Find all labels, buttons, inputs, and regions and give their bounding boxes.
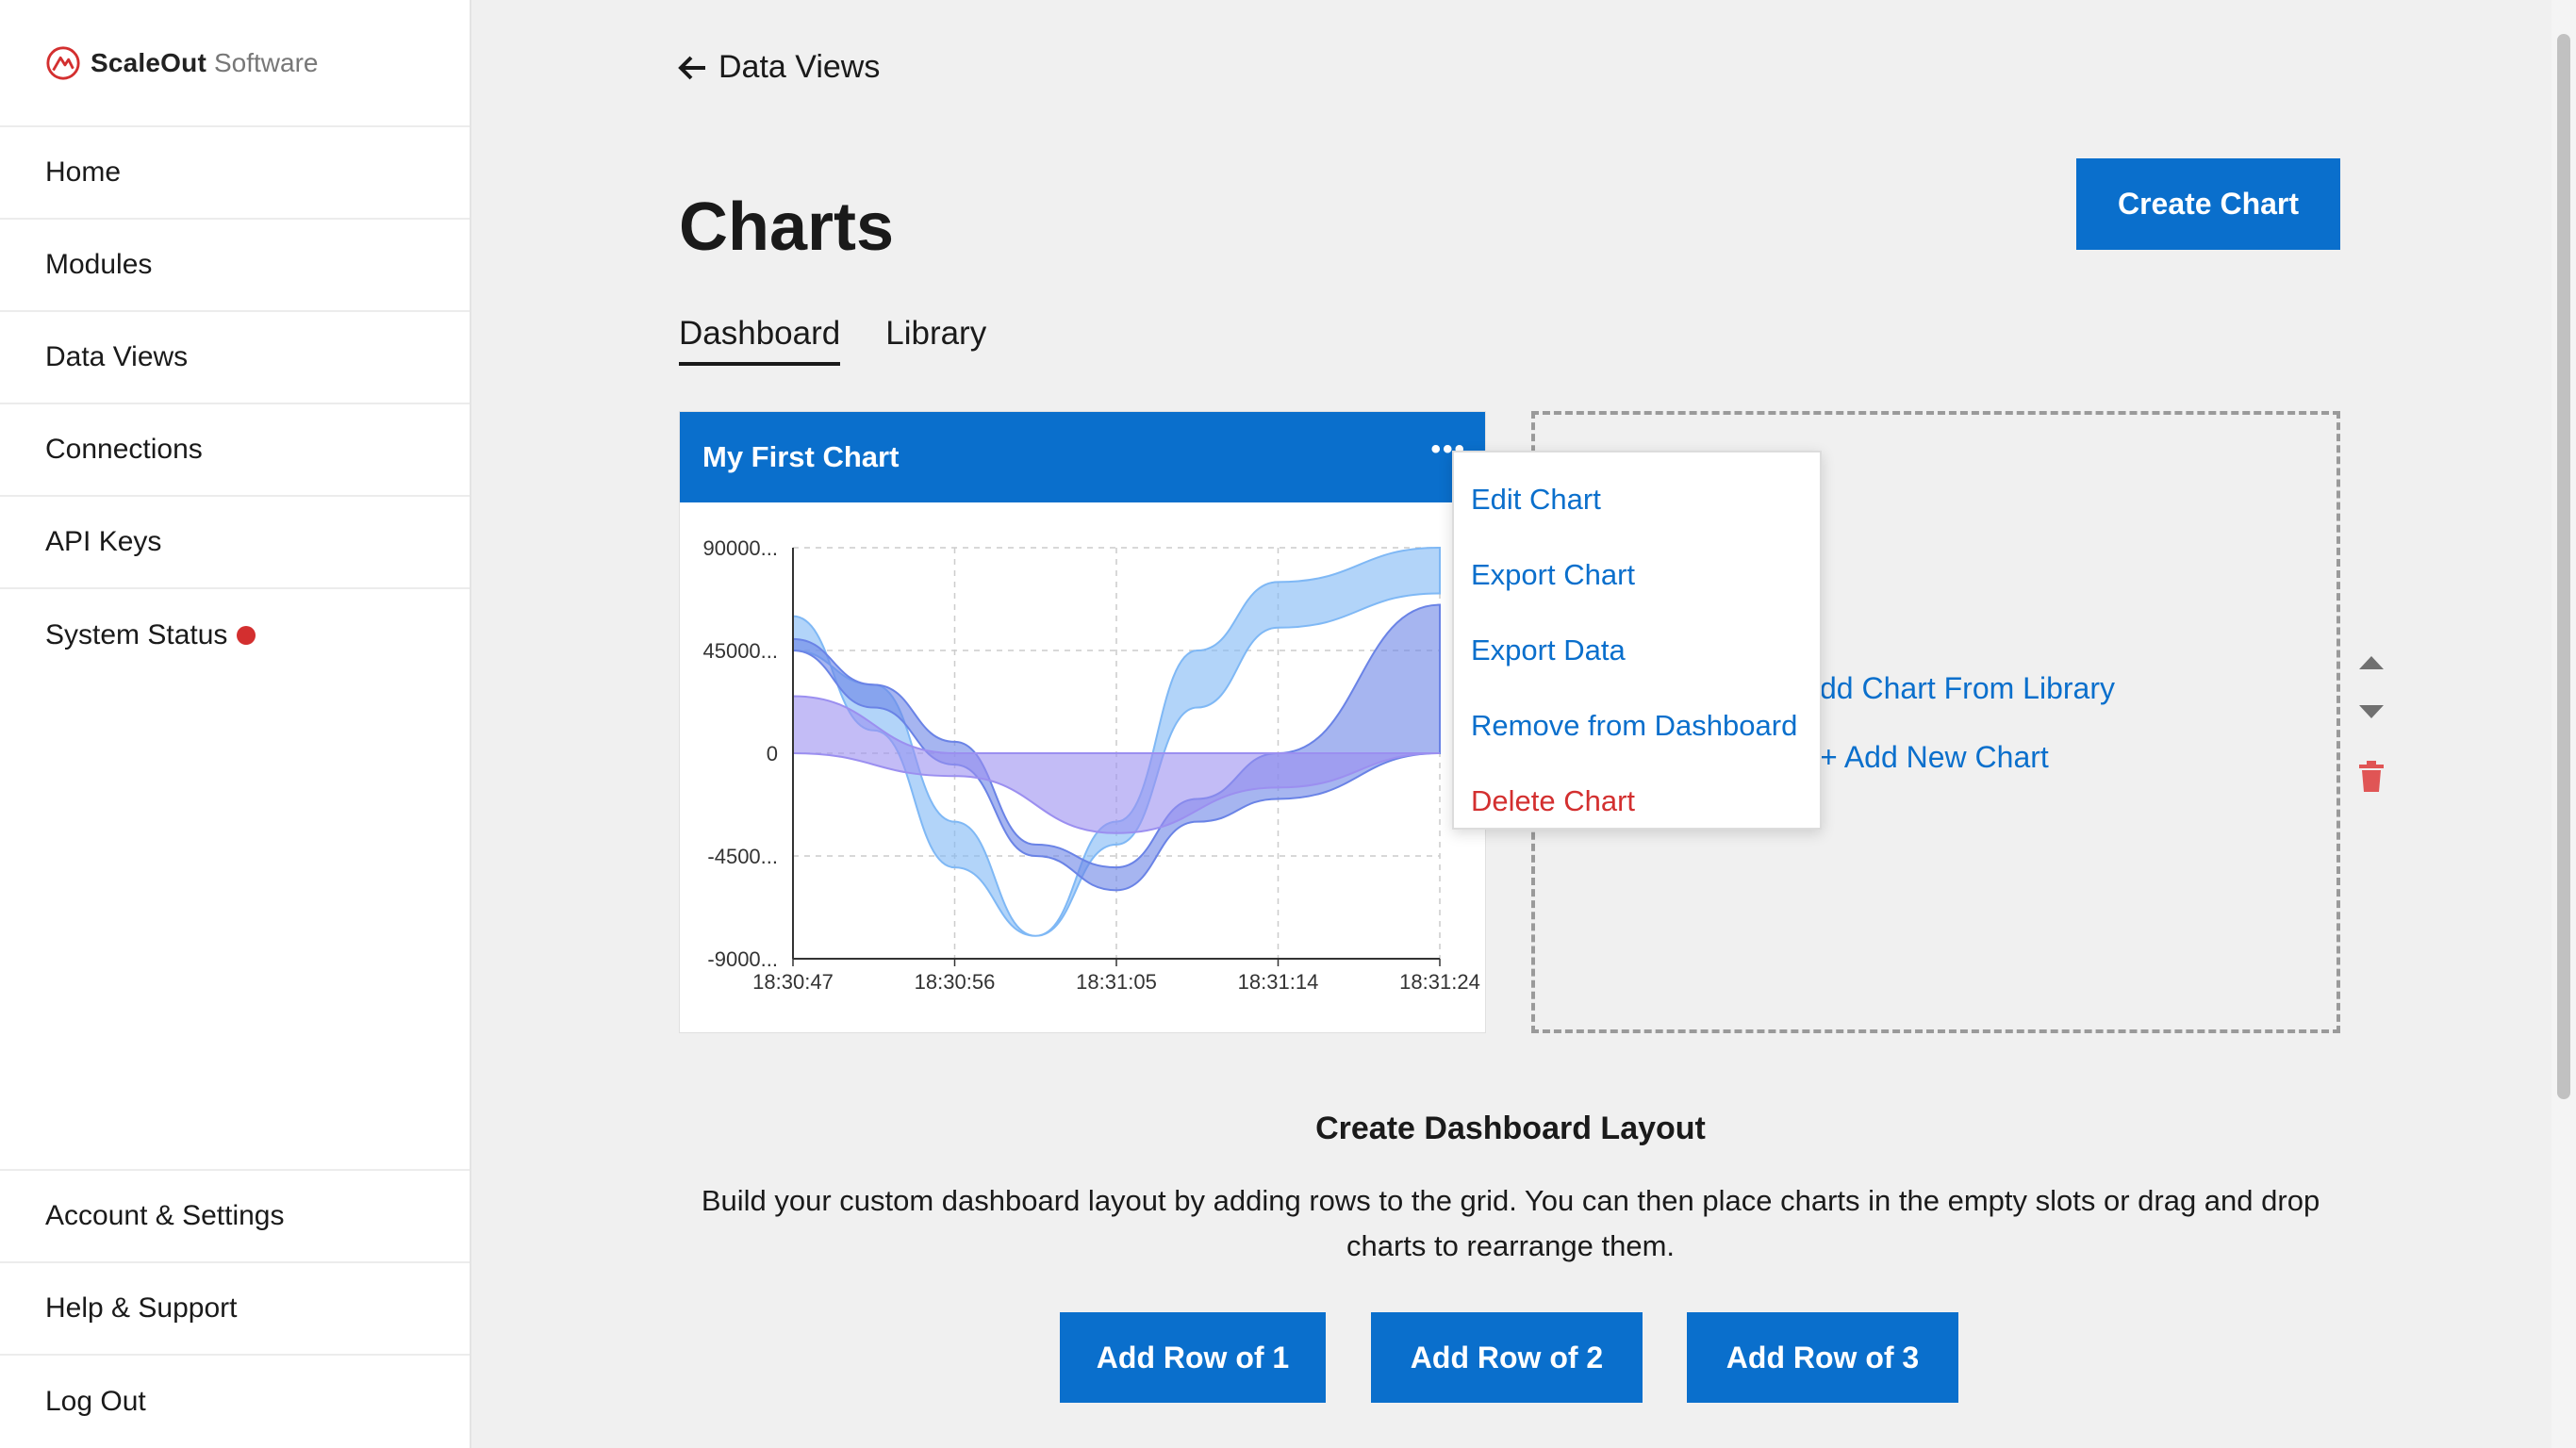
layout-description: Build your custom dashboard layout by ad… (701, 1184, 2320, 1262)
logo[interactable]: ScaleOut Software (0, 0, 470, 127)
y-tick-label: -4500... (707, 845, 778, 868)
scaleout-logo-icon (46, 45, 80, 80)
sidebar-item-modules[interactable]: Modules (0, 220, 470, 312)
y-tick-label: 0 (767, 742, 778, 765)
add-row-of-2-button[interactable]: Add Row of 2 (1371, 1312, 1643, 1403)
scrollbar-thumb[interactable] (2557, 34, 2570, 1099)
sidebar: ScaleOut Software Home Modules Data View… (0, 0, 471, 1448)
sidebar-item-account-settings[interactable]: Account & Settings (0, 1171, 470, 1263)
sidebar-item-label: System Status (45, 619, 228, 650)
y-tick-label: -9000... (707, 947, 778, 971)
add-chart-from-library-link[interactable]: dd Chart From Library (1820, 671, 2115, 706)
trash-icon[interactable] (2357, 760, 2386, 794)
sidebar-item-label: Help & Support (45, 1292, 238, 1324)
tabs: Dashboard Library (679, 315, 1032, 366)
layout-title: Create Dashboard Layout (1315, 1111, 1706, 1146)
sidebar-item-home[interactable]: Home (0, 127, 470, 220)
sidebar-item-label: API Keys (45, 526, 162, 557)
chart-plot: 90000... 45000... 0 -4500... -9000...18:30:4… (702, 536, 1480, 994)
sidebar-item-label: Connections (45, 434, 203, 465)
page-scrollbar[interactable] (2551, 0, 2576, 1448)
chart-title: My First Chart (702, 440, 900, 473)
add-new-chart-link[interactable]: + Add New Chart (1820, 740, 2049, 775)
sidebar-item-connections[interactable]: Connections (0, 404, 470, 497)
arrow-left-icon (678, 56, 705, 79)
menu-item-export-data[interactable]: Export Data (1454, 613, 1820, 688)
sidebar-item-label: Home (45, 156, 122, 188)
move-up-icon[interactable] (2355, 650, 2387, 673)
y-tick-label: 90000... (702, 536, 778, 560)
tab-library[interactable]: Library (885, 315, 986, 366)
sidebar-item-log-out[interactable]: Log Out (0, 1356, 470, 1448)
chart-header: My First Chart ••• (680, 412, 1485, 502)
create-chart-button[interactable]: Create Chart (2076, 158, 2340, 250)
sidebar-item-label: Modules (45, 249, 153, 280)
back-link-label: Data Views (718, 49, 881, 85)
brand-name: ScaleOut (91, 47, 206, 77)
x-tick-label: 18:30:47 (752, 970, 834, 994)
menu-item-edit-chart[interactable]: Edit Chart (1454, 462, 1820, 537)
sidebar-item-label: Account & Settings (45, 1200, 285, 1231)
add-row-of-1-button[interactable]: Add Row of 1 (1060, 1312, 1326, 1403)
add-row-of-3-button[interactable]: Add Row of 3 (1687, 1312, 1958, 1403)
x-tick-label: 18:31:14 (1238, 970, 1319, 994)
y-tick-label: 45000... (702, 639, 778, 663)
x-tick-label: 18:31:24 (1399, 970, 1480, 994)
chart-card: My First Chart ••• 90000... 45000... 0 -450… (679, 411, 1486, 1033)
x-tick-label: 18:31:05 (1076, 970, 1157, 994)
sidebar-item-api-keys[interactable]: API Keys (0, 497, 470, 589)
menu-item-delete-chart[interactable]: Delete Chart (1454, 764, 1820, 839)
sidebar-item-label: Data Views (45, 341, 189, 372)
sidebar-item-system-status[interactable]: System Status (0, 589, 470, 682)
x-tick-label: 18:30:56 (915, 970, 996, 994)
menu-item-remove-from-dashboard[interactable]: Remove from Dashboard (1454, 688, 1820, 764)
tab-dashboard[interactable]: Dashboard (679, 315, 841, 366)
sidebar-item-help-support[interactable]: Help & Support (0, 1263, 470, 1356)
back-link[interactable]: Data Views (677, 49, 880, 86)
sidebar-item-data-views[interactable]: Data Views (0, 312, 470, 404)
page-title: Charts (679, 189, 895, 265)
move-down-icon[interactable] (2355, 701, 2387, 724)
sidebar-item-label: Log Out (45, 1386, 146, 1417)
chart-context-menu: Edit Chart Export Chart Export Data Remo… (1452, 451, 1822, 830)
status-dot-icon (237, 626, 256, 645)
brand-suffix: Software (213, 47, 319, 77)
menu-item-export-chart[interactable]: Export Chart (1454, 537, 1820, 613)
sidebar-bottom: Account & Settings Help & Support Log Ou… (0, 1169, 470, 1448)
